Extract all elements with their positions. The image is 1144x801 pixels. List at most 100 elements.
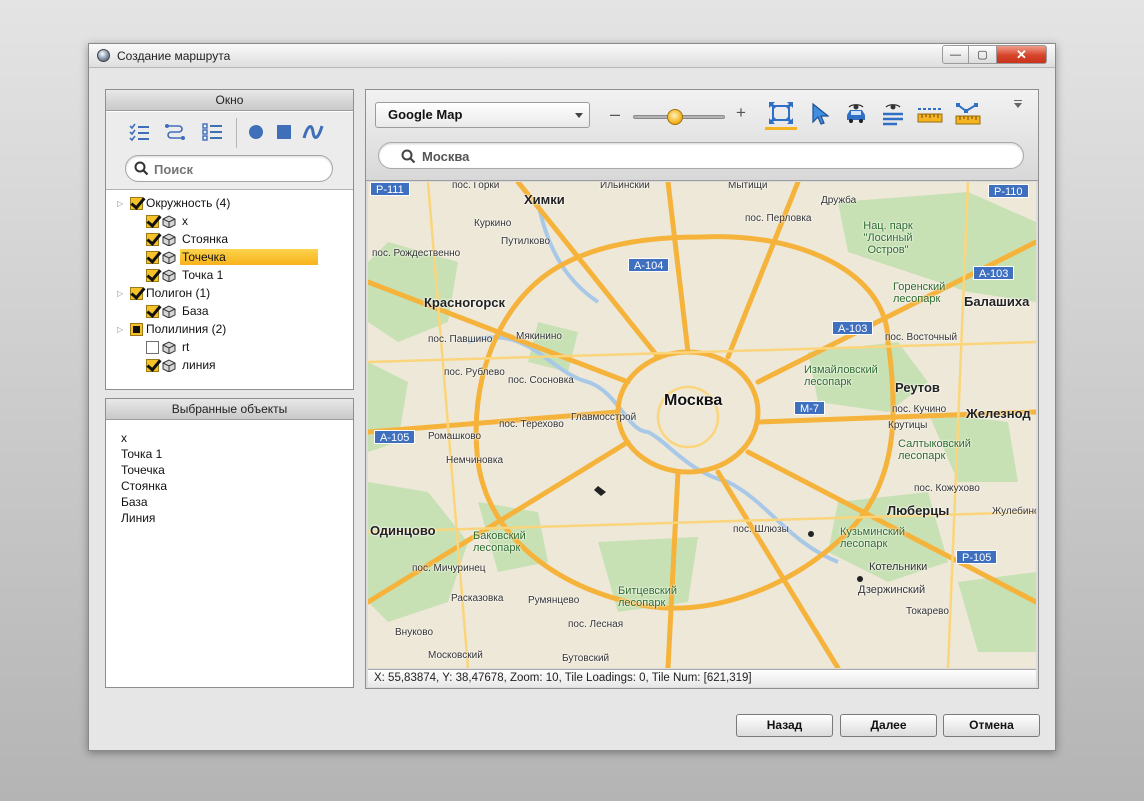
map-source-select[interactable]: Google Map xyxy=(375,102,590,128)
map-label: пос. Перловка xyxy=(745,213,812,224)
map-label: Путилково xyxy=(501,236,550,247)
zoom-slider[interactable] xyxy=(633,109,725,125)
map-label-park: Кузьминский лесопарк xyxy=(840,526,906,550)
tree-item-label: rt xyxy=(182,340,190,354)
path-edit-icon[interactable] xyxy=(952,98,984,130)
place-search-input[interactable] xyxy=(422,147,982,165)
map-source-value: Google Map xyxy=(388,107,463,122)
expand-arrow-icon[interactable]: ▷ xyxy=(117,289,126,298)
object-icon xyxy=(162,304,176,318)
map-label: Мытищи xyxy=(728,182,768,191)
expand-arrow-icon[interactable]: ▷ xyxy=(117,325,126,334)
item-checkbox[interactable] xyxy=(146,268,159,282)
close-button[interactable]: ✕ xyxy=(997,45,1047,64)
road-shield: Р-105 xyxy=(956,550,998,564)
map-label-city: Москва xyxy=(664,392,723,409)
map-label-park: Горенский лесопарк xyxy=(893,281,946,305)
pointer-icon[interactable] xyxy=(803,98,835,130)
road-shield: Р-110 xyxy=(988,184,1029,198)
route-list-icon[interactable] xyxy=(164,122,186,142)
objects-panel: Окно Поиск ▷ Окружность (4) x Стоянка То… xyxy=(105,89,354,390)
tree-item[interactable]: линия xyxy=(146,356,218,374)
zoom-out-button[interactable]: – xyxy=(610,104,620,125)
zoom-in-button[interactable]: + xyxy=(736,103,746,123)
expand-arrow-icon[interactable]: ▷ xyxy=(117,199,126,208)
item-checkbox[interactable] xyxy=(146,304,159,318)
group-checkbox[interactable] xyxy=(130,286,143,300)
tree-item-label: линия xyxy=(182,358,216,372)
map-label-town: Красногорск xyxy=(424,295,505,310)
road-shield: Р-111 xyxy=(370,182,410,196)
road-shield: А-103 xyxy=(973,266,1015,280)
selected-objects-panel: Выбранные объекты x Точка 1 Точечка Стоя… xyxy=(105,398,354,688)
map-label: Расказовка xyxy=(451,593,504,604)
maximize-button[interactable]: ▢ xyxy=(969,45,997,64)
road-shield: М-7 xyxy=(794,401,825,415)
chevron-down-icon xyxy=(575,113,583,118)
next-button[interactable]: Далее xyxy=(840,714,937,737)
tree-group-circles[interactable]: ▷ Окружность (4) xyxy=(117,194,232,212)
item-checkbox[interactable] xyxy=(146,232,159,246)
map-label: пос. Восточный xyxy=(885,332,958,343)
list-item[interactable]: Линия xyxy=(121,510,167,526)
ruler-icon[interactable] xyxy=(914,98,946,130)
objects-search-area xyxy=(106,152,353,190)
tree-item[interactable]: Точка 1 xyxy=(146,266,225,284)
fit-extent-icon[interactable] xyxy=(765,98,797,130)
car-view-icon[interactable] xyxy=(840,98,872,130)
map-label-park: Баковский лесопарк xyxy=(473,530,526,554)
tree-item[interactable]: Стоянка xyxy=(146,230,230,248)
tree-group-polygons[interactable]: ▷ Полигон (1) xyxy=(117,284,212,302)
item-checkbox[interactable] xyxy=(146,214,159,228)
square-icon[interactable] xyxy=(273,122,295,142)
list-item[interactable]: x xyxy=(121,430,167,446)
list-item[interactable]: База xyxy=(121,494,167,510)
check-list-icon[interactable] xyxy=(128,122,150,142)
toolbar-divider xyxy=(236,118,237,148)
list-item[interactable]: Точечка xyxy=(121,462,167,478)
tree-item[interactable]: rt xyxy=(146,338,191,356)
item-checkbox[interactable] xyxy=(146,358,159,372)
curve-icon[interactable] xyxy=(302,122,324,142)
map-label: пос. Горки xyxy=(452,182,500,191)
tree-item-label: База xyxy=(182,304,209,318)
circle-icon[interactable] xyxy=(245,122,267,142)
list-item[interactable]: Стоянка xyxy=(121,478,167,494)
group-checkbox[interactable] xyxy=(130,322,143,336)
road-shield: А-103 xyxy=(832,321,874,335)
app-icon xyxy=(97,49,110,62)
item-checkbox[interactable] xyxy=(146,340,159,354)
tree-item[interactable]: x xyxy=(146,212,190,230)
group-checkbox[interactable] xyxy=(130,196,143,210)
object-icon xyxy=(162,340,176,354)
search-icon xyxy=(401,149,416,167)
item-checkbox[interactable] xyxy=(146,250,159,264)
toolbar-menu-icon[interactable] xyxy=(1014,100,1022,108)
map-label: Московский xyxy=(428,650,483,661)
tree-group-polylines[interactable]: ▷ Полилиния (2) xyxy=(117,320,228,338)
minimize-button[interactable]: — xyxy=(942,45,969,64)
back-button[interactable]: Назад xyxy=(736,714,833,737)
route-view-icon[interactable] xyxy=(877,98,909,130)
objects-search-input[interactable] xyxy=(154,160,324,178)
objects-search-box[interactable] xyxy=(125,155,333,182)
tree-group-label: Полилиния (2) xyxy=(146,322,227,336)
list-icon[interactable] xyxy=(201,122,223,142)
road-shield: А-105 xyxy=(374,430,416,444)
map-label-town: Химки xyxy=(524,192,565,207)
map-label-town: Одинцово xyxy=(370,523,436,538)
list-item[interactable]: Точка 1 xyxy=(121,446,167,462)
tree-item[interactable]: База xyxy=(146,302,211,320)
place-search-box[interactable] xyxy=(378,142,1024,169)
title-bar[interactable]: Создание маршрута — ▢ ✕ xyxy=(89,44,1055,68)
zoom-slider-handle[interactable] xyxy=(667,109,683,125)
map-label-park: Салтыковский лесопарк xyxy=(898,438,971,462)
tree-item-selected[interactable]: Точечка xyxy=(146,248,318,266)
map-label: пос. Павшино xyxy=(428,334,493,345)
map-label: пос. Терехово xyxy=(499,419,564,430)
cancel-button[interactable]: Отмена xyxy=(943,714,1040,737)
map-view[interactable]: Москва Химки Красногорск Балашиха Реутов… xyxy=(368,182,1036,668)
map-label: Внуково xyxy=(395,627,434,638)
map-label: Токарево xyxy=(906,606,949,617)
map-label: Немчиновка xyxy=(446,455,504,466)
